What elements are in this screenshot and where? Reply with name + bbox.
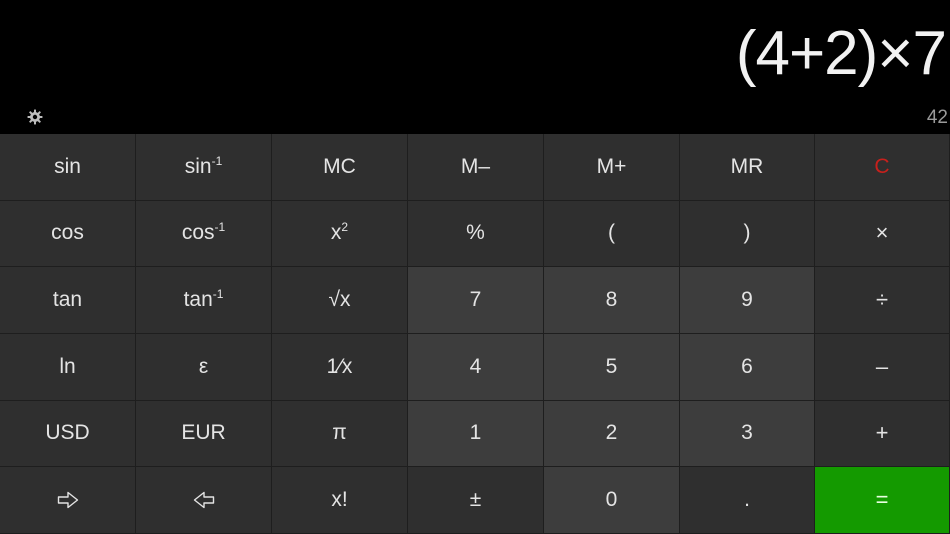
digit-6-button[interactable]: 6 (680, 333, 815, 401)
usd-button[interactable]: USD (0, 400, 136, 468)
convert-back-button[interactable] (136, 467, 272, 534)
memory-subtract-button[interactable]: M– (408, 134, 544, 201)
digit-9-button[interactable]: 9 (680, 267, 815, 334)
key-label: USD (45, 421, 90, 445)
display-panel: (4+2)×7 42 (0, 0, 950, 134)
key-label: x! (331, 488, 348, 512)
key-label: tan (52, 288, 83, 312)
memory-recall-button[interactable]: MR (680, 134, 815, 201)
digit-5-button[interactable]: 5 (544, 333, 680, 401)
key-label: 0 (605, 488, 618, 512)
square-button[interactable]: x2 (272, 200, 408, 268)
key-label: M– (460, 154, 491, 178)
eur-button[interactable]: EUR (136, 400, 272, 468)
plus-minus-button[interactable]: ± (408, 467, 544, 534)
keypad: sin sin-1 MC M– M+ MR C cos cos-1 x2 % (… (0, 134, 950, 534)
sin-button[interactable]: sin (0, 134, 136, 201)
key-label: sin-1 (184, 153, 223, 178)
key-label: % (466, 221, 485, 245)
key-label: ( (608, 221, 615, 245)
key-label: = (875, 487, 889, 513)
digit-2-button[interactable]: 2 (544, 400, 680, 468)
clear-button[interactable]: C (815, 134, 950, 201)
key-label: C (874, 154, 890, 178)
key-label: cos-1 (181, 220, 226, 245)
key-label: ε (198, 354, 209, 378)
close-paren-button[interactable]: ) (680, 200, 815, 268)
key-label: 1 (469, 421, 482, 445)
key-label: MR (730, 154, 764, 178)
digit-3-button[interactable]: 3 (680, 400, 815, 468)
epsilon-button[interactable]: ε (136, 333, 272, 401)
key-label: √x (328, 288, 351, 312)
tan-button[interactable]: tan (0, 267, 136, 334)
result-display: 42 (926, 107, 948, 128)
key-label: 1⁄x (326, 354, 353, 378)
key-label: 4 (469, 354, 482, 378)
digit-7-button[interactable]: 7 (408, 267, 544, 334)
divide-button[interactable]: ÷ (815, 267, 950, 334)
open-paren-button[interactable]: ( (544, 200, 680, 268)
key-label: . (744, 488, 750, 512)
key-label: ± (469, 488, 482, 512)
digit-4-button[interactable]: 4 (408, 333, 544, 401)
reciprocal-button[interactable]: 1⁄x (272, 333, 408, 401)
key-label: ) (743, 221, 751, 245)
gear-icon[interactable] (26, 108, 44, 126)
key-label: M+ (596, 154, 627, 178)
arrow-right-icon (57, 491, 79, 509)
key-label: π (332, 421, 347, 445)
key-label: 7 (469, 288, 482, 312)
cos-button[interactable]: cos (0, 200, 136, 268)
key-label: 8 (605, 288, 618, 312)
key-label: 6 (741, 354, 753, 378)
add-button[interactable]: + (815, 400, 950, 468)
percent-button[interactable]: % (408, 200, 544, 268)
digit-8-button[interactable]: 8 (544, 267, 680, 334)
convert-forward-button[interactable] (0, 467, 136, 534)
key-label: × (875, 220, 889, 246)
key-label: ln (59, 354, 76, 378)
sqrt-button[interactable]: √x (272, 267, 408, 334)
subtract-button[interactable]: – (815, 333, 950, 401)
memory-add-button[interactable]: M+ (544, 134, 680, 201)
key-label: ÷ (875, 287, 889, 313)
digit-0-button[interactable]: 0 (544, 467, 680, 534)
key-label: x2 (330, 220, 349, 245)
key-label: cos (51, 221, 84, 245)
memory-clear-button[interactable]: MC (272, 134, 408, 201)
ln-button[interactable]: ln (0, 333, 136, 401)
key-label: sin (54, 154, 81, 178)
pi-button[interactable]: π (272, 400, 408, 468)
key-label: 3 (741, 421, 753, 445)
arccos-button[interactable]: cos-1 (136, 200, 272, 268)
key-label: 9 (741, 288, 753, 312)
key-label: EUR (181, 421, 226, 445)
key-label: MC (323, 154, 356, 178)
key-label: 2 (605, 421, 618, 445)
digit-1-button[interactable]: 1 (408, 400, 544, 468)
expression-display: (4+2)×7 (735, 19, 947, 88)
arcsin-button[interactable]: sin-1 (136, 134, 272, 201)
key-label: 5 (605, 354, 618, 378)
arrow-left-icon (193, 491, 215, 509)
factorial-button[interactable]: x! (272, 467, 408, 534)
decimal-button[interactable]: . (680, 467, 815, 534)
key-label: + (875, 420, 889, 446)
arctan-button[interactable]: tan-1 (136, 267, 272, 334)
key-label: – (875, 353, 889, 379)
equals-button[interactable]: = (815, 467, 950, 534)
key-label: tan-1 (183, 287, 224, 312)
multiply-button[interactable]: × (815, 200, 950, 268)
